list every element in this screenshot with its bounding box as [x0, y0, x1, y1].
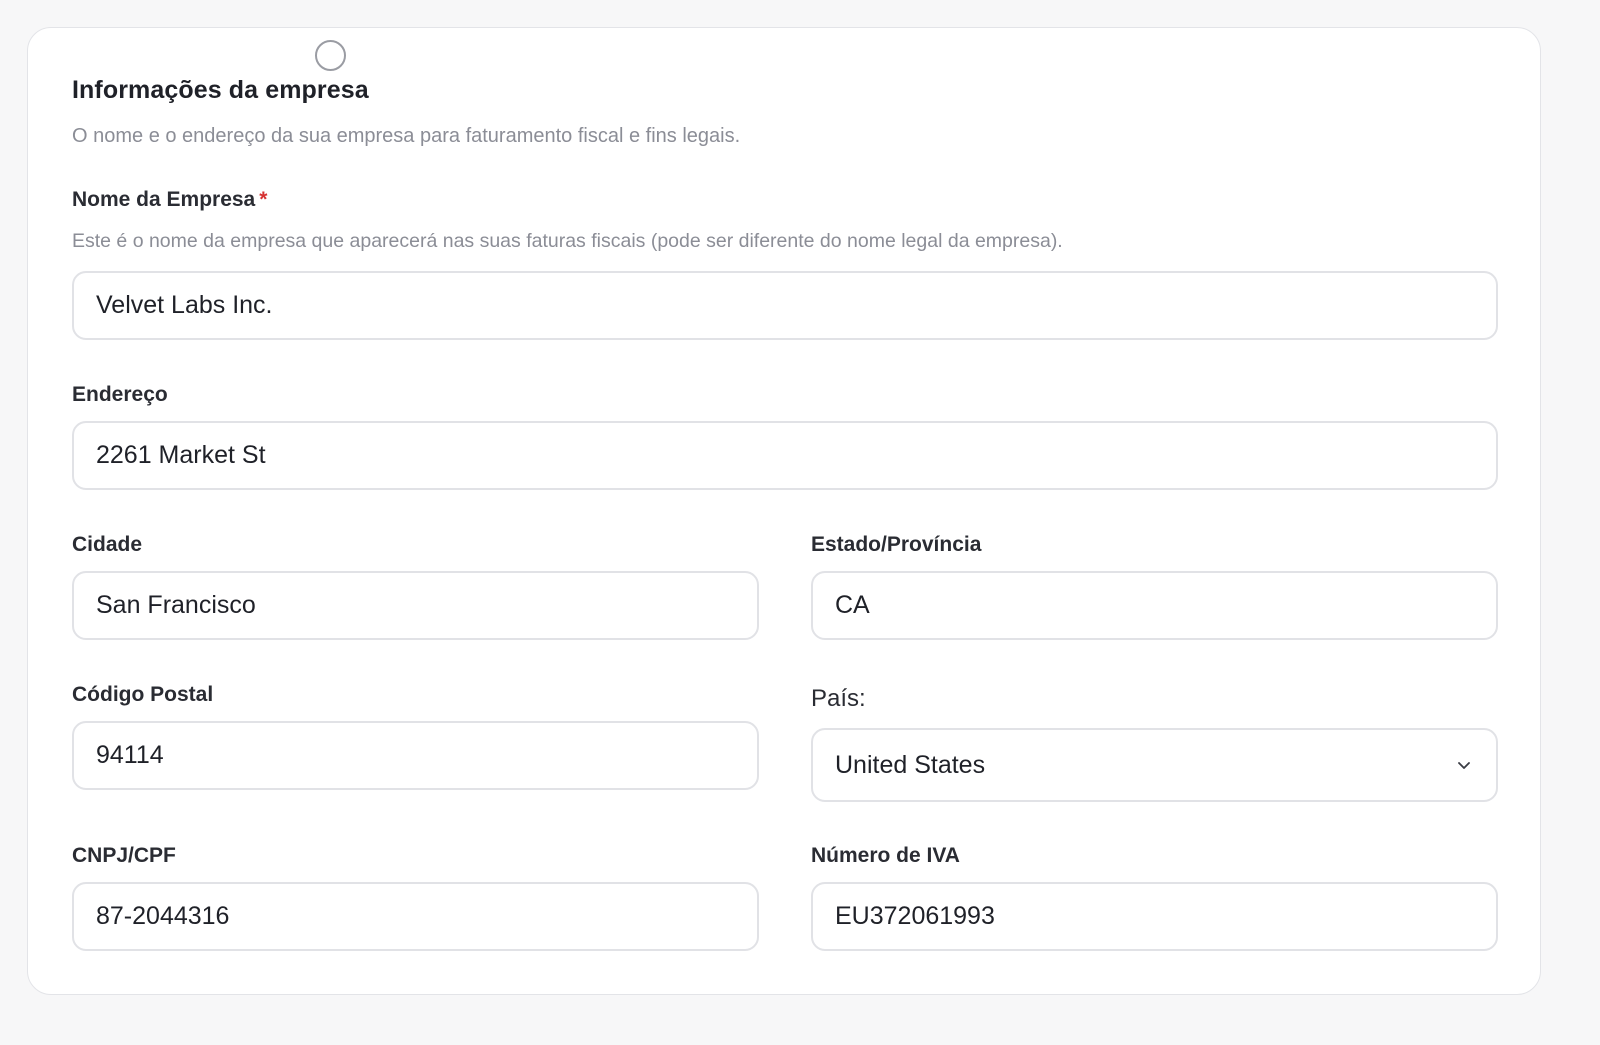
chevron-down-icon [1458, 762, 1470, 769]
address-field[interactable] [72, 421, 1498, 490]
vat-field[interactable] [811, 882, 1498, 951]
vat-label: Número de IVA [811, 844, 960, 867]
postal-code-label: Código Postal [72, 683, 214, 706]
city-input[interactable] [96, 591, 757, 620]
company-info-card: Informações da empresa O nome e o endere… [27, 27, 1541, 995]
tax-id-field[interactable] [72, 882, 759, 951]
state-field[interactable] [811, 571, 1498, 640]
section-title: Informações da empresa [72, 76, 369, 104]
postal-code-field[interactable] [72, 721, 759, 790]
city-label: Cidade [72, 533, 143, 556]
company-name-input[interactable] [96, 291, 1496, 320]
country-selected-value: United States [835, 750, 986, 779]
company-name-help: Este é o nome da empresa que aparecerá n… [72, 230, 1063, 252]
state-input[interactable] [835, 591, 1496, 620]
required-mark: * [259, 188, 268, 211]
company-name-label-text: Nome da Empresa [72, 188, 256, 211]
address-input[interactable] [96, 441, 1496, 470]
tax-id-input[interactable] [96, 902, 757, 931]
tax-id-label: CNPJ/CPF [72, 844, 176, 867]
postal-code-input[interactable] [96, 741, 757, 770]
city-field[interactable] [72, 571, 759, 640]
country-label: País: [811, 685, 866, 712]
section-description: O nome e o endereço da sua empresa para … [72, 125, 741, 147]
company-name-label: Nome da Empresa * [72, 188, 267, 212]
state-label: Estado/Província [811, 533, 982, 556]
country-select[interactable]: United States [811, 728, 1498, 802]
circle-marker-icon [315, 40, 346, 71]
address-label: Endereço [72, 383, 168, 406]
company-name-field[interactable] [72, 271, 1498, 340]
vat-input[interactable] [835, 902, 1496, 931]
